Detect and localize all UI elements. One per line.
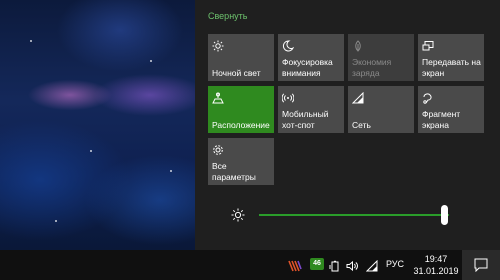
taskbar: 46 РУС 19:47 31.01.2019 <box>0 250 500 280</box>
tile-label: Все параметры <box>212 161 256 182</box>
brightness-slider-thumb[interactable] <box>441 205 448 225</box>
network-icon <box>351 91 364 104</box>
tile-network[interactable]: Сеть <box>348 86 414 133</box>
tile-location[interactable]: Расположение <box>208 86 274 133</box>
star <box>150 60 152 62</box>
tile-label: Мобильный хот-спот <box>282 109 329 130</box>
settings-gear-icon <box>212 143 224 155</box>
tile-label: Расположение <box>212 119 270 130</box>
clock-time[interactable]: 19:47 <box>413 254 459 264</box>
wifi-icon[interactable] <box>365 259 378 272</box>
language-indicator[interactable]: РУС <box>386 259 404 269</box>
star <box>170 170 172 172</box>
star <box>90 150 92 152</box>
battery-saver-icon <box>352 39 364 52</box>
tile-screen-snip[interactable]: Фрагмент экрана <box>418 86 484 133</box>
location-icon <box>212 91 224 104</box>
tile-mobile-hotspot[interactable]: Мобильный хот-спот <box>278 86 344 133</box>
screen-snip-icon <box>422 91 434 104</box>
tile-all-settings[interactable]: Все параметры <box>208 138 274 185</box>
brightness-icon <box>231 208 245 222</box>
project-icon <box>422 39 434 51</box>
app-tray-icon[interactable] <box>288 259 302 272</box>
volume-icon[interactable] <box>346 259 358 272</box>
notification-icon <box>474 258 488 273</box>
action-center-button[interactable] <box>462 250 500 280</box>
tile-project[interactable]: Передавать на экран <box>418 34 484 81</box>
network-badge[interactable]: 46 <box>310 258 324 270</box>
star <box>55 220 57 222</box>
tile-focus-assist[interactable]: Фокусировка внимания <box>278 34 344 81</box>
tile-label: Фокусировка внимания <box>282 57 333 78</box>
battery-icon[interactable] <box>329 259 341 272</box>
tile-battery-saver: Экономия заряда <box>348 34 414 81</box>
star <box>30 40 32 42</box>
focus-assist-icon <box>282 39 295 52</box>
collapse-link[interactable]: Свернуть <box>208 11 247 21</box>
tile-label: Экономия заряда <box>352 57 392 78</box>
tile-night-light[interactable]: Ночной свет <box>208 34 274 81</box>
brightness-slider-track[interactable] <box>259 214 449 216</box>
tile-label: Передавать на экран <box>422 57 481 78</box>
action-center-panel: Свернуть Ночной свет Фокусировка внимани… <box>195 0 500 250</box>
hotspot-icon <box>281 91 295 103</box>
clock-date[interactable]: 31.01.2019 <box>413 266 459 276</box>
night-light-icon <box>212 39 224 52</box>
desktop-wallpaper <box>0 0 195 250</box>
tile-label: Сеть <box>352 119 371 130</box>
tile-label: Ночной свет <box>212 67 261 78</box>
tile-label: Фрагмент экрана <box>422 109 461 130</box>
